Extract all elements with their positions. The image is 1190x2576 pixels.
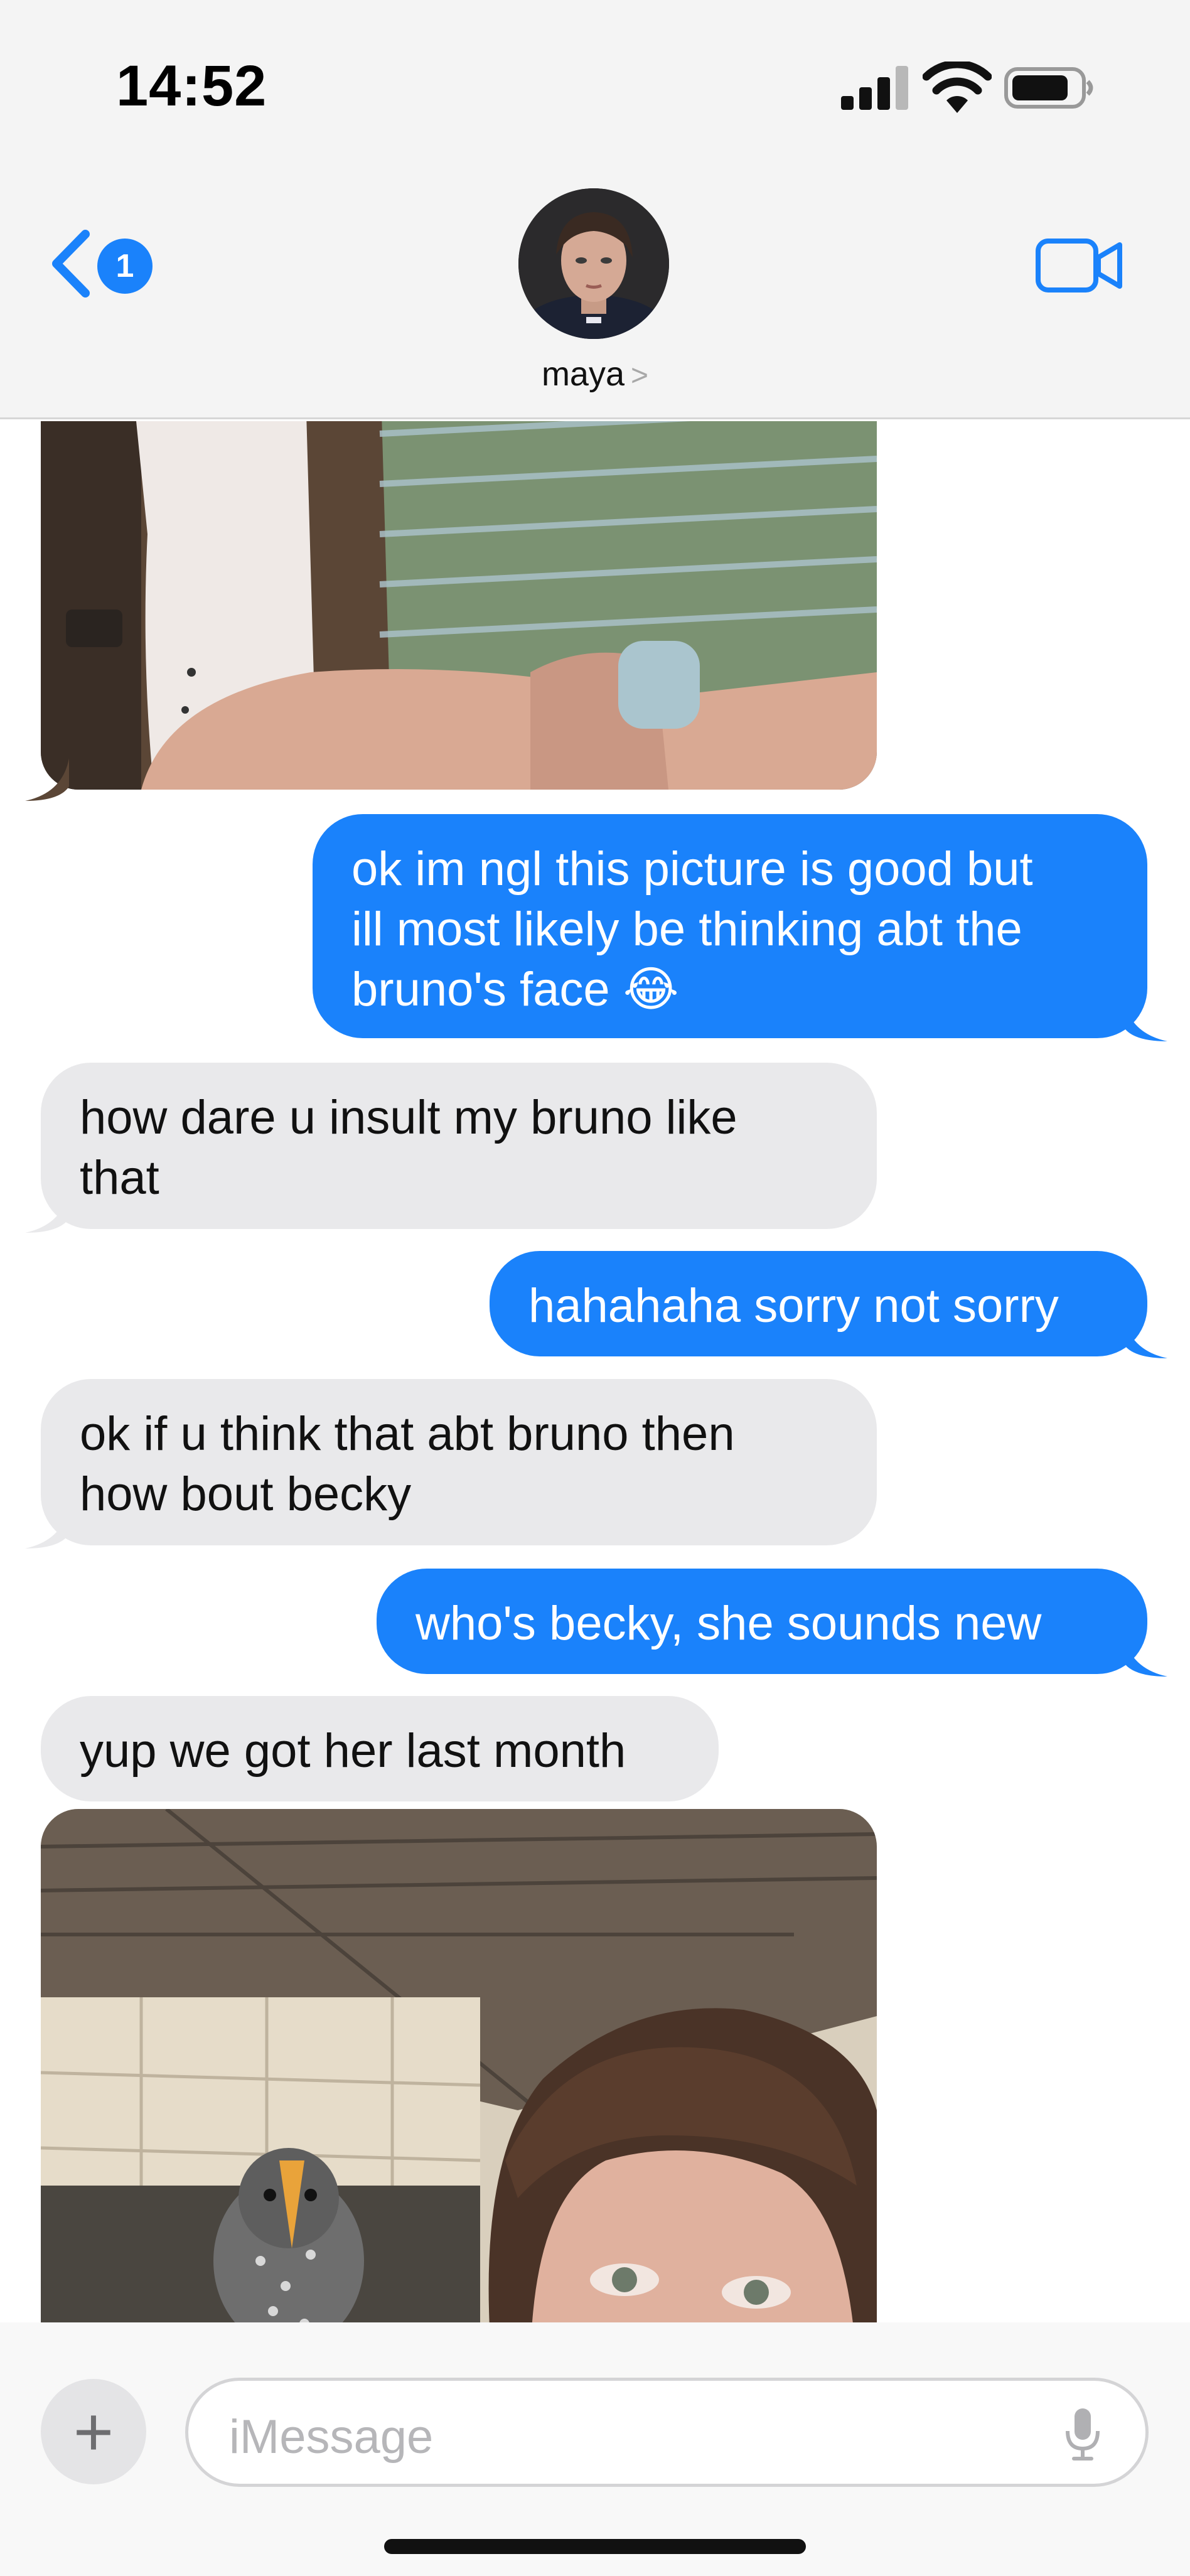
message-bubble-incoming[interactable]: ok if u think that abt bruno then how bo… bbox=[41, 1379, 877, 1545]
message-text-line: ill most likely be thinking abt the bbox=[351, 903, 1022, 956]
home-indicator bbox=[384, 2539, 806, 2554]
contact-name[interactable]: maya > bbox=[0, 355, 1190, 394]
message-text-line: that bbox=[80, 1151, 159, 1205]
cellular-signal-icon bbox=[841, 66, 908, 110]
message-image-dog-and-girl[interactable] bbox=[41, 421, 877, 790]
message-text-line: how dare u insult my bruno like bbox=[80, 1091, 737, 1144]
message-bubble-outgoing[interactable]: who's becky, she sounds new bbox=[377, 1569, 1147, 1674]
message-image-bird-and-girl[interactable] bbox=[41, 1809, 877, 2323]
plus-button[interactable]: + bbox=[41, 2379, 146, 2484]
message-input[interactable]: iMessage bbox=[185, 2378, 1149, 2487]
message-bubble-incoming[interactable]: how dare u insult my bruno like that bbox=[41, 1063, 877, 1229]
message-input-placeholder: iMessage bbox=[229, 2410, 434, 2464]
bubble-tail-icon bbox=[25, 1190, 69, 1233]
message-text-line: yup we got her last month bbox=[80, 1724, 626, 1778]
top-bar: 14:52 1 maya > bbox=[0, 0, 1190, 419]
composer-bar: + iMessage bbox=[0, 2322, 1190, 2576]
wifi-icon bbox=[923, 62, 992, 113]
message-text-line: hahahaha sorry not sorry bbox=[528, 1279, 1059, 1333]
bubble-tail-icon bbox=[25, 758, 69, 801]
contact-chevron-icon: > bbox=[631, 359, 649, 392]
contact-avatar[interactable] bbox=[518, 188, 669, 339]
photo-bird-and-girl-icon bbox=[41, 1809, 877, 2323]
status-time: 14:52 bbox=[116, 54, 267, 118]
message-text-line: who's becky, she sounds new bbox=[415, 1597, 1042, 1650]
message-thread[interactable]: ok im ngl this picture is good but ill m… bbox=[0, 421, 1190, 2323]
bubble-tail-icon bbox=[1123, 1316, 1167, 1358]
photo-dog-and-girl-icon bbox=[41, 421, 877, 790]
message-text-line: ok if u think that abt bruno then bbox=[80, 1407, 735, 1461]
message-text-line: bruno's face 😂 bbox=[351, 963, 679, 1016]
message-text-line: ok im ngl this picture is good but bbox=[351, 842, 1033, 896]
bubble-tail-icon bbox=[1123, 999, 1167, 1041]
message-bubble-incoming[interactable]: yup we got her last month bbox=[41, 1696, 719, 1801]
message-bubble-outgoing[interactable]: hahahaha sorry not sorry bbox=[490, 1251, 1147, 1356]
message-bubble-outgoing[interactable]: ok im ngl this picture is good but ill m… bbox=[313, 814, 1147, 1038]
message-text-line: how bout becky bbox=[80, 1468, 412, 1521]
back-chevron-icon[interactable] bbox=[49, 229, 93, 298]
contact-name-label: maya bbox=[541, 355, 624, 393]
unread-badge[interactable]: 1 bbox=[97, 239, 153, 294]
bubble-tail-icon bbox=[1123, 1634, 1167, 1677]
avatar-portrait-icon bbox=[518, 188, 669, 339]
video-call-icon[interactable] bbox=[1036, 237, 1123, 294]
battery-icon bbox=[1004, 67, 1093, 109]
microphone-icon[interactable] bbox=[1064, 2406, 1102, 2462]
bubble-tail-icon bbox=[25, 1506, 69, 1548]
